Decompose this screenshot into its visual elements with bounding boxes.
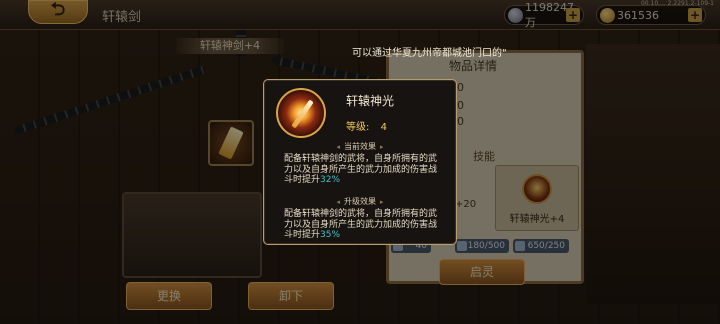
forge-anvil — [122, 192, 262, 278]
weapon-slot[interactable] — [208, 120, 254, 166]
change-button[interactable]: 更换 — [126, 282, 212, 310]
skill-icon — [276, 88, 326, 138]
panel-title: 物品详情 — [449, 59, 498, 73]
level-value: 4 — [380, 122, 387, 133]
right-background — [586, 44, 720, 304]
skill-tooltip: 轩辕神光 等级: 4 当前效果 配备轩辕神剑的武将，自身所拥有的武力以及自身所产… — [263, 79, 457, 245]
skill-level: 等级: 4 — [346, 118, 387, 133]
stat-value: 0 — [457, 115, 464, 128]
back-button[interactable]: ⮌ — [28, 0, 88, 24]
scrolling-notice: 可以通过华夏九州帝都城池门口的" — [352, 48, 507, 59]
silver-coin-icon — [508, 8, 523, 23]
back-arrow-icon: ⮌ — [50, 0, 66, 20]
skill-name: 轩辕神光 — [346, 94, 395, 108]
silver-currency: 1198247万 + — [504, 1, 584, 29]
stat-pill-value: 650/250 — [527, 241, 565, 251]
stat-icon — [457, 241, 467, 251]
level-label: 等级: — [346, 122, 370, 133]
stat-icon — [515, 241, 525, 251]
weapon-name-banner: 轩辕神剑+4 — [176, 38, 284, 54]
upgrade-effect-text: 配备轩辕神剑的武将，自身所拥有的武力以及自身所产生的武力加成的伤害战斗时提升35… — [284, 209, 438, 240]
version-text: 00.10.... 2.2291.2-109-1 — [640, 0, 714, 7]
bonus-value: +20 — [455, 199, 477, 210]
stat-pill-value: 180/500 — [467, 241, 505, 251]
top-bar: ⮌ 轩辕剑 1198247万 + 361536 + 00.10.... 2.22… — [0, 0, 720, 30]
page-title: 轩辕剑 — [102, 10, 142, 25]
skill-card-label: 轩辕神光+4 — [509, 214, 565, 225]
chain-decoration — [13, 65, 207, 135]
current-effect-text: 配备轩辕神剑的武将，自身所拥有的武力以及自身所产生的武力加成的伤害战斗时提升32… — [284, 154, 438, 185]
unload-button[interactable]: 卸下 — [248, 282, 334, 310]
current-effect-header: 当前效果 — [264, 141, 456, 152]
add-gold-button[interactable]: + — [688, 8, 702, 22]
stat-value: 0 — [457, 81, 464, 94]
skill-header: 技能 — [473, 150, 495, 163]
stat-value: 0 — [457, 99, 464, 112]
gold-ingot-icon — [600, 8, 615, 23]
upgrade-effect-header: 升级效果 — [264, 196, 456, 207]
skill-card[interactable]: 轩辕神光+4 — [495, 165, 579, 231]
stat-pill: 650/250 — [513, 239, 569, 253]
gold-amount: 361536 — [617, 8, 659, 22]
skill-orb-icon — [522, 174, 552, 204]
add-silver-button[interactable]: + — [566, 8, 580, 22]
gold-currency: 361536 + — [596, 5, 706, 25]
awaken-button[interactable]: 启灵 — [439, 259, 525, 285]
stat-pill: 180/500 — [455, 239, 509, 253]
